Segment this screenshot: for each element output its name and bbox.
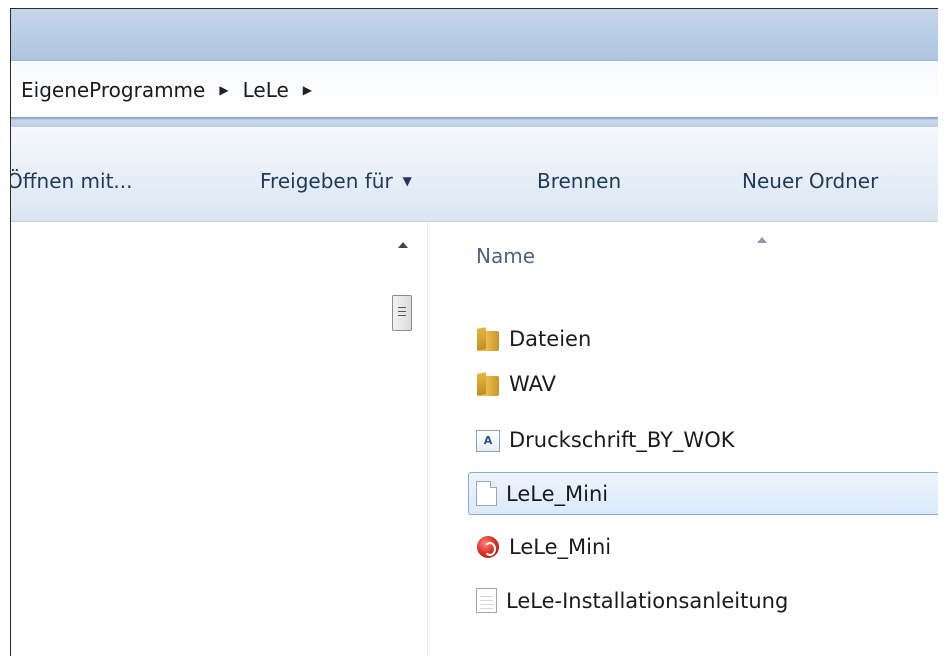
file-item-lele-mini-app[interactable]: LeLe_Mini	[468, 525, 938, 568]
navigation-scrollbar[interactable]	[382, 222, 424, 656]
burn-button[interactable]: Brennen	[537, 169, 621, 193]
dropdown-arrow-icon: ▼	[402, 174, 412, 188]
scroll-up-arrow-icon[interactable]	[398, 242, 408, 248]
explorer-window: EigeneProgramme ▶ LeLe ▶ Öffnen mit... F…	[10, 8, 938, 656]
grip-line	[398, 307, 406, 308]
breadcrumb-separator-icon[interactable]: ▶	[303, 83, 312, 97]
font-file-icon: A	[476, 429, 500, 452]
file-name: Dateien	[509, 326, 592, 351]
file-item-druckschrift[interactable]: A Druckschrift_BY_WOK	[468, 418, 938, 461]
scrollbar-thumb[interactable]	[392, 295, 412, 331]
application-icon	[476, 534, 500, 560]
file-name: LeLe-Installationsanleitung	[506, 588, 789, 613]
address-bar[interactable]: EigeneProgramme ▶ LeLe ▶	[11, 60, 938, 118]
blank-document-icon	[476, 481, 497, 506]
file-name: WAV	[509, 371, 557, 396]
file-name: LeLe_Mini	[506, 481, 609, 506]
share-with-button[interactable]: Freigeben für ▼	[260, 169, 412, 193]
folder-icon	[476, 371, 500, 397]
command-bar: Öffnen mit... Freigeben für ▼ Brennen Neu…	[11, 127, 938, 222]
navigation-pane	[11, 222, 381, 656]
breadcrumb-lele[interactable]: LeLe	[243, 78, 289, 102]
title-bar	[11, 9, 938, 60]
share-with-label: Freigeben für	[260, 169, 393, 193]
file-item-installationsanleitung[interactable]: LeLe-Installationsanleitung	[468, 579, 938, 622]
file-name: LeLe_Mini	[509, 534, 612, 559]
file-item-dateien[interactable]: Dateien	[468, 317, 938, 360]
file-name: Druckschrift_BY_WOK	[509, 427, 735, 452]
address-toolbar-divider	[11, 117, 938, 127]
grip-line	[398, 315, 406, 316]
text-document-icon	[476, 588, 497, 613]
breadcrumb-eigeneprogramme[interactable]: EigeneProgramme	[21, 78, 205, 102]
file-item-lele-mini-selected[interactable]: LeLe_Mini	[468, 472, 938, 515]
breadcrumb-separator-icon[interactable]: ▶	[219, 83, 228, 97]
column-header-name[interactable]: Name	[476, 244, 535, 268]
grip-line	[398, 311, 406, 312]
file-item-wav[interactable]: WAV	[468, 362, 938, 405]
new-folder-button[interactable]: Neuer Ordner	[742, 169, 878, 193]
sort-ascending-icon	[757, 237, 767, 243]
file-list: Name Dateien WAV A Druckschrift_BY_WOK L…	[428, 222, 938, 656]
folder-icon	[476, 326, 500, 352]
open-with-button[interactable]: Öffnen mit...	[11, 169, 133, 193]
